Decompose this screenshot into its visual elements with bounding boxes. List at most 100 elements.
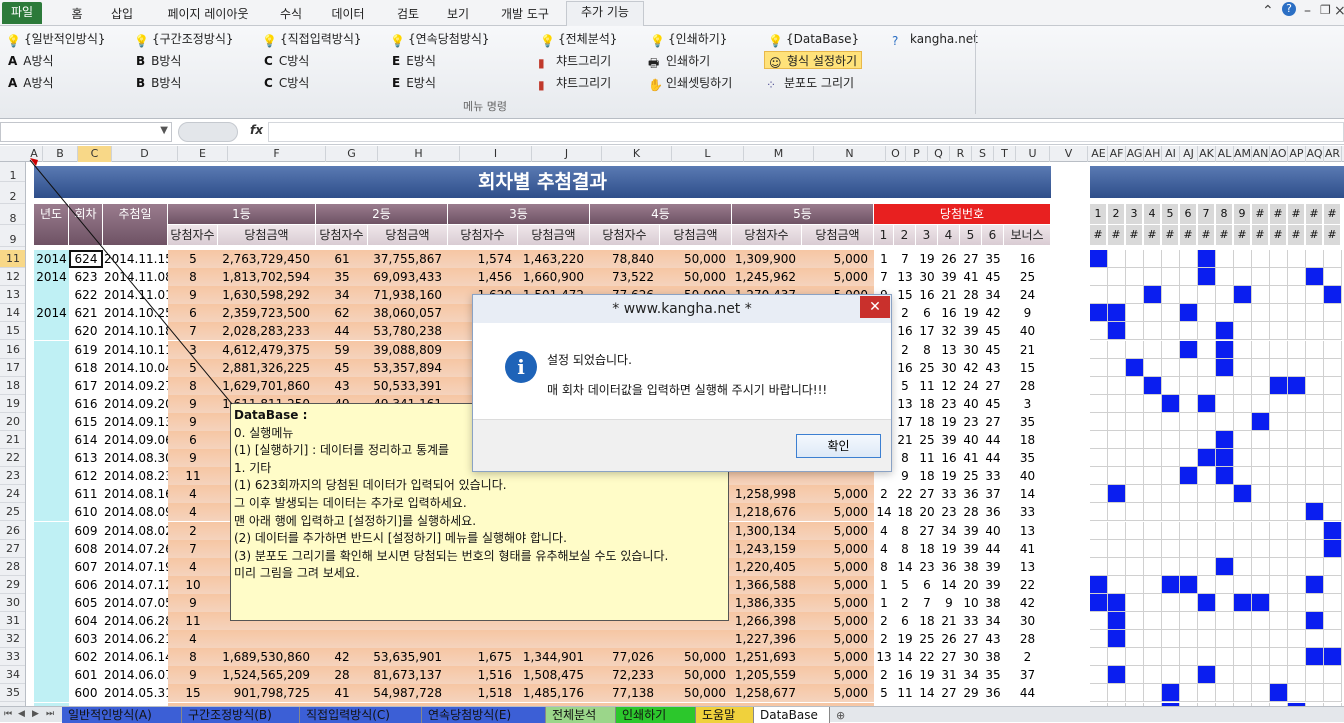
distribution-cell[interactable]: [1180, 340, 1198, 359]
table-cell[interactable]: 14: [938, 576, 960, 594]
distribution-cell[interactable]: [1216, 539, 1234, 558]
table-cell[interactable]: 2014.11.08: [103, 268, 168, 286]
table-cell[interactable]: 1,227,396: [732, 630, 802, 649]
distribution-cell[interactable]: [1144, 268, 1162, 287]
distribution-cell[interactable]: [1144, 485, 1162, 504]
table-cell[interactable]: 5: [894, 576, 916, 594]
table-cell[interactable]: 600: [69, 684, 103, 702]
table-cell[interactable]: 18: [916, 413, 938, 431]
distribution-cell[interactable]: [1324, 449, 1342, 468]
distribution-cell[interactable]: [1180, 612, 1198, 630]
table-cell[interactable]: 23: [960, 413, 982, 431]
table-cell[interactable]: 2,763,729,450: [218, 250, 316, 268]
distribution-cell[interactable]: [1090, 593, 1108, 612]
table-cell[interactable]: 39: [960, 540, 982, 558]
table-cell[interactable]: 606: [69, 576, 103, 594]
table-cell[interactable]: 2014.07.19: [103, 558, 168, 576]
table-cell[interactable]: 2014.07.26: [103, 540, 168, 558]
distribution-cell[interactable]: [1144, 666, 1162, 685]
table-cell[interactable]: 1,309,900: [732, 250, 802, 268]
distribution-cell[interactable]: [1144, 449, 1162, 468]
table-cell[interactable]: 54,987,728: [368, 684, 448, 703]
distribution-cell[interactable]: [1108, 394, 1126, 413]
distribution-cell[interactable]: [1180, 684, 1198, 703]
table-cell[interactable]: 1,516: [448, 666, 518, 685]
distribution-cell[interactable]: [1162, 431, 1180, 449]
distribution-cell[interactable]: [1090, 539, 1108, 558]
distribution-cell[interactable]: [1252, 358, 1270, 377]
ribbon-c-method-1[interactable]: C C방식: [264, 52, 309, 70]
table-cell[interactable]: 1,629,701,860: [218, 376, 316, 395]
table-cell[interactable]: 2014.07.05: [103, 594, 168, 612]
table-cell[interactable]: 30: [938, 359, 960, 377]
distribution-cell[interactable]: [1216, 286, 1234, 305]
distribution-cell[interactable]: [1306, 539, 1324, 558]
last-sheet-icon[interactable]: ⏭: [46, 709, 54, 719]
distribution-cell[interactable]: [1144, 630, 1162, 649]
table-cell[interactable]: 31: [938, 666, 960, 684]
table-cell[interactable]: 8: [894, 449, 916, 467]
table-cell[interactable]: 1,386,335: [732, 593, 802, 612]
table-cell[interactable]: 21: [1004, 341, 1051, 359]
ribbon-print[interactable]: 🖶 인쇄하기: [648, 52, 710, 70]
column-header[interactable]: B: [43, 146, 78, 162]
table-cell[interactable]: 33: [982, 467, 1004, 485]
table-cell[interactable]: 5,000: [802, 521, 874, 540]
table-cell[interactable]: 609: [69, 522, 103, 540]
table-cell[interactable]: 2014: [34, 250, 69, 268]
distribution-cell[interactable]: [1252, 539, 1270, 558]
distribution-cell[interactable]: [1108, 593, 1126, 612]
table-cell[interactable]: 35: [316, 268, 368, 287]
distribution-cell[interactable]: [1162, 593, 1180, 612]
distribution-cell[interactable]: [1108, 268, 1126, 287]
table-cell[interactable]: 613: [69, 449, 103, 467]
distribution-cell[interactable]: [1162, 412, 1180, 431]
column-header[interactable]: A: [26, 146, 43, 162]
column-header[interactable]: AE: [1090, 146, 1108, 162]
table-cell[interactable]: 8: [894, 522, 916, 540]
distribution-cell[interactable]: [1270, 648, 1288, 667]
distribution-cell[interactable]: [1288, 250, 1306, 268]
table-cell[interactable]: 37,755,867: [368, 250, 448, 268]
table-cell[interactable]: [218, 630, 316, 649]
distribution-cell[interactable]: [1270, 340, 1288, 359]
distribution-cell[interactable]: [1324, 286, 1342, 305]
table-cell[interactable]: 1,344,901: [518, 648, 590, 667]
row-header[interactable]: 12: [0, 268, 25, 287]
table-cell[interactable]: 18: [894, 503, 916, 521]
table-cell[interactable]: [34, 467, 69, 486]
distribution-cell[interactable]: [1270, 250, 1288, 268]
table-cell[interactable]: 19: [916, 666, 938, 684]
table-cell[interactable]: 9: [938, 594, 960, 612]
distribution-cell[interactable]: [1198, 449, 1216, 468]
table-cell[interactable]: 36: [960, 485, 982, 503]
table-cell[interactable]: 610: [69, 503, 103, 521]
row-header[interactable]: 27: [0, 540, 25, 558]
distribution-cell[interactable]: [1234, 539, 1252, 558]
distribution-cell[interactable]: [1144, 250, 1162, 268]
row-header[interactable]: 35: [0, 684, 25, 703]
distribution-cell[interactable]: [1198, 575, 1216, 594]
table-cell[interactable]: 14: [894, 648, 916, 666]
table-cell[interactable]: [660, 630, 732, 649]
table-cell[interactable]: 24: [1004, 286, 1051, 304]
distribution-cell[interactable]: [1108, 612, 1126, 630]
table-cell[interactable]: 11: [168, 612, 218, 630]
table-cell[interactable]: 18: [916, 612, 938, 630]
table-cell[interactable]: 7: [894, 250, 916, 268]
table-cell[interactable]: 9: [168, 412, 218, 431]
distribution-cell[interactable]: [1216, 593, 1234, 612]
table-cell[interactable]: [34, 431, 69, 449]
minimize-icon[interactable]: –: [1304, 3, 1311, 19]
distribution-cell[interactable]: [1288, 467, 1306, 486]
table-cell[interactable]: 3: [168, 340, 218, 359]
table-cell[interactable]: 45: [982, 322, 1004, 340]
table-cell[interactable]: 45: [316, 358, 368, 377]
distribution-cell[interactable]: [1162, 612, 1180, 630]
table-cell[interactable]: 13: [938, 341, 960, 359]
distribution-cell[interactable]: [1216, 250, 1234, 268]
column-header[interactable]: AP: [1288, 146, 1306, 162]
table-cell[interactable]: 1,258,998: [732, 485, 802, 504]
table-cell[interactable]: 43: [982, 630, 1004, 648]
table-cell[interactable]: [34, 539, 69, 558]
